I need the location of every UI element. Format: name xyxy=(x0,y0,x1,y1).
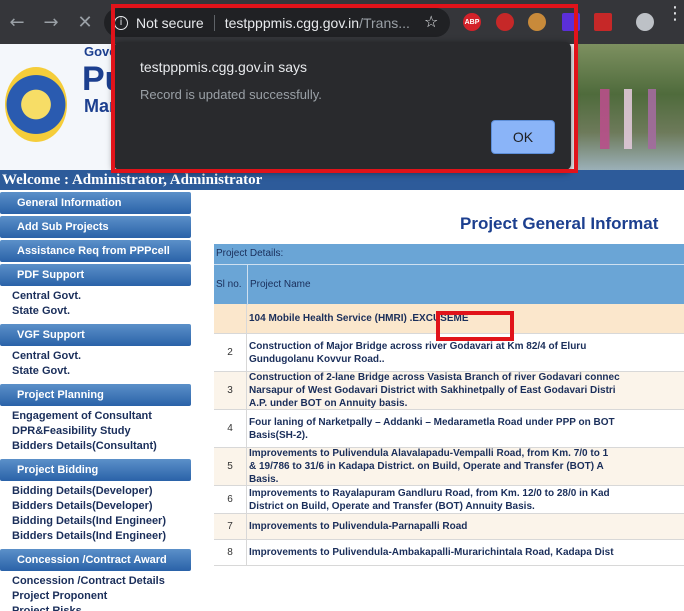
forward-arrow-icon[interactable]: → xyxy=(38,9,64,35)
project-name-line: Basis. xyxy=(249,474,279,485)
row-sl-number: 4 xyxy=(214,410,247,447)
project-name-line: Basis(SH-2). xyxy=(249,429,308,441)
table-row[interactable]: 8 Improvements to Pulivendula-Ambakapalli… xyxy=(214,540,684,566)
row-sl-number: 7 xyxy=(214,514,247,539)
project-name-line: Improvements to Rayalapuram Gandluru Roa… xyxy=(249,487,610,499)
menu-head-6[interactable]: Project Bidding xyxy=(0,459,191,481)
project-name-line: Improvements to Pulivendula Alavalapadu-… xyxy=(249,448,609,459)
row-sl-number: 3 xyxy=(214,372,247,409)
row-project-name[interactable]: Improvements to Pulivendula-Parnapalli R… xyxy=(247,514,684,539)
menu-link[interactable]: Bidders Details(Consultant) xyxy=(0,439,193,454)
row-sl-number xyxy=(214,304,247,333)
menu-head-7[interactable]: Concession /Contract Award xyxy=(0,549,191,571)
menu-head-2[interactable]: Assistance Req from PPPcell xyxy=(0,240,191,262)
project-name-line: Improvements to Pulivendula-Ambakapalli-… xyxy=(249,547,614,558)
col-name-header: Project Name xyxy=(247,264,684,305)
highlight-box-dialog xyxy=(111,4,578,173)
table-row[interactable]: 5 Improvements to Pulivendula Alavalapadu… xyxy=(214,448,684,486)
table-row[interactable]: 3 Construction of 2-lane Bridge across Va… xyxy=(214,372,684,410)
stop-loading-icon[interactable]: ✕ xyxy=(72,9,98,35)
menu-link[interactable]: Bidders Details(Developer) xyxy=(0,499,193,514)
menu-link[interactable]: Project Proponent xyxy=(0,589,193,604)
project-name-line: District on Build, Operate and Transfer … xyxy=(249,500,535,512)
banner-photo-people xyxy=(600,89,680,149)
table-row[interactable]: 4 Four laning of Narketpally – Addanki – … xyxy=(214,410,684,448)
col-sl-header: Sl no. xyxy=(216,279,242,290)
project-name-line: A.P. under BOT on Annuity basis. xyxy=(249,398,408,409)
row-project-name[interactable]: Four laning of Narketpally – Addanki – M… xyxy=(247,410,684,447)
pdf-extension-icon[interactable] xyxy=(594,13,612,31)
project-name-line: Improvements to Pulivendula-Parnapalli R… xyxy=(249,521,468,532)
welcome-bar: Welcome : Administrator, Administrator xyxy=(0,170,684,190)
project-details-label: Project Details: xyxy=(214,244,684,264)
menu-link[interactable]: Bidders Details(Ind Engineer) xyxy=(0,529,193,544)
menu-head-0[interactable]: General Information xyxy=(0,192,191,214)
emblem-logo xyxy=(5,67,67,142)
menu-link[interactable]: Central Govt. xyxy=(0,289,193,304)
main-content: Project General Informat Project Details… xyxy=(196,190,684,611)
row-sl-number: 8 xyxy=(214,540,247,565)
project-name-line: Construction of Major Bridge across rive… xyxy=(249,340,587,352)
row-sl-number: 2 xyxy=(214,334,247,371)
row-project-name[interactable]: Improvements to Pulivendula Alavalapadu-… xyxy=(247,448,684,485)
project-name-line: Gundugolanu Kovvur Road.. xyxy=(249,353,385,365)
projects-table: Project Details: Sl no. Project Name 104… xyxy=(214,244,684,566)
table-row[interactable]: 7 Improvements to Pulivendula-Parnapalli … xyxy=(214,514,684,540)
menu-link[interactable]: State Govt. xyxy=(0,364,193,379)
project-name-line: Narsapur of West Godavari District with … xyxy=(249,385,616,396)
menu-link[interactable]: Central Govt. xyxy=(0,349,193,364)
row-sl-number: 6 xyxy=(214,486,247,513)
row-project-name[interactable]: Construction of 2-lane Bridge across Vas… xyxy=(247,372,684,409)
menu-head-1[interactable]: Add Sub Projects xyxy=(0,216,191,238)
back-arrow-icon[interactable]: ← xyxy=(4,9,30,35)
project-name-line: & 19/786 to 31/6 in Kadapa District. on … xyxy=(249,461,604,472)
row-project-name[interactable]: Improvements to Rayalapuram Gandluru Roa… xyxy=(247,486,684,513)
table-header: Sl no. Project Name xyxy=(214,264,684,305)
menu-link[interactable]: Concession /Contract Details xyxy=(0,574,193,589)
menu-head-3[interactable]: PDF Support xyxy=(0,264,191,286)
screen: ← → ✕ i Not secure testpppmis.cgg.gov.in… xyxy=(0,0,684,611)
table-row[interactable]: 6 Improvements to Rayalapuram Gandluru Ro… xyxy=(214,486,684,514)
row-sl-number: 5 xyxy=(214,448,247,485)
menu-link[interactable]: Engagement of Consultant xyxy=(0,409,193,424)
profile-avatar-icon[interactable] xyxy=(636,13,654,31)
menu-link[interactable]: Bidding Details(Ind Engineer) xyxy=(0,514,193,529)
menu-link[interactable]: DPR&Feasibility Study xyxy=(0,424,193,439)
project-name-line: Four laning of Narketpally – Addanki – M… xyxy=(249,416,615,428)
menu-head-4[interactable]: VGF Support xyxy=(0,324,191,346)
row-project-name[interactable]: Improvements to Pulivendula-Ambakapalli-… xyxy=(247,540,684,565)
highlight-box-excuseme xyxy=(436,311,514,341)
kebab-menu-icon[interactable]: ⋮ xyxy=(666,5,684,23)
menu-link[interactable]: Project Risks xyxy=(0,604,193,611)
page-title: Project General Informat xyxy=(460,214,659,233)
menu-head-5[interactable]: Project Planning xyxy=(0,384,191,406)
menu-link[interactable]: State Govt. xyxy=(0,304,193,319)
project-name-line: Construction of 2-lane Bridge across Vas… xyxy=(249,372,620,383)
menu-link[interactable]: Bidding Details(Developer) xyxy=(0,484,193,499)
sidebar-menu: General Information Add Sub Projects Assis… xyxy=(0,190,193,611)
